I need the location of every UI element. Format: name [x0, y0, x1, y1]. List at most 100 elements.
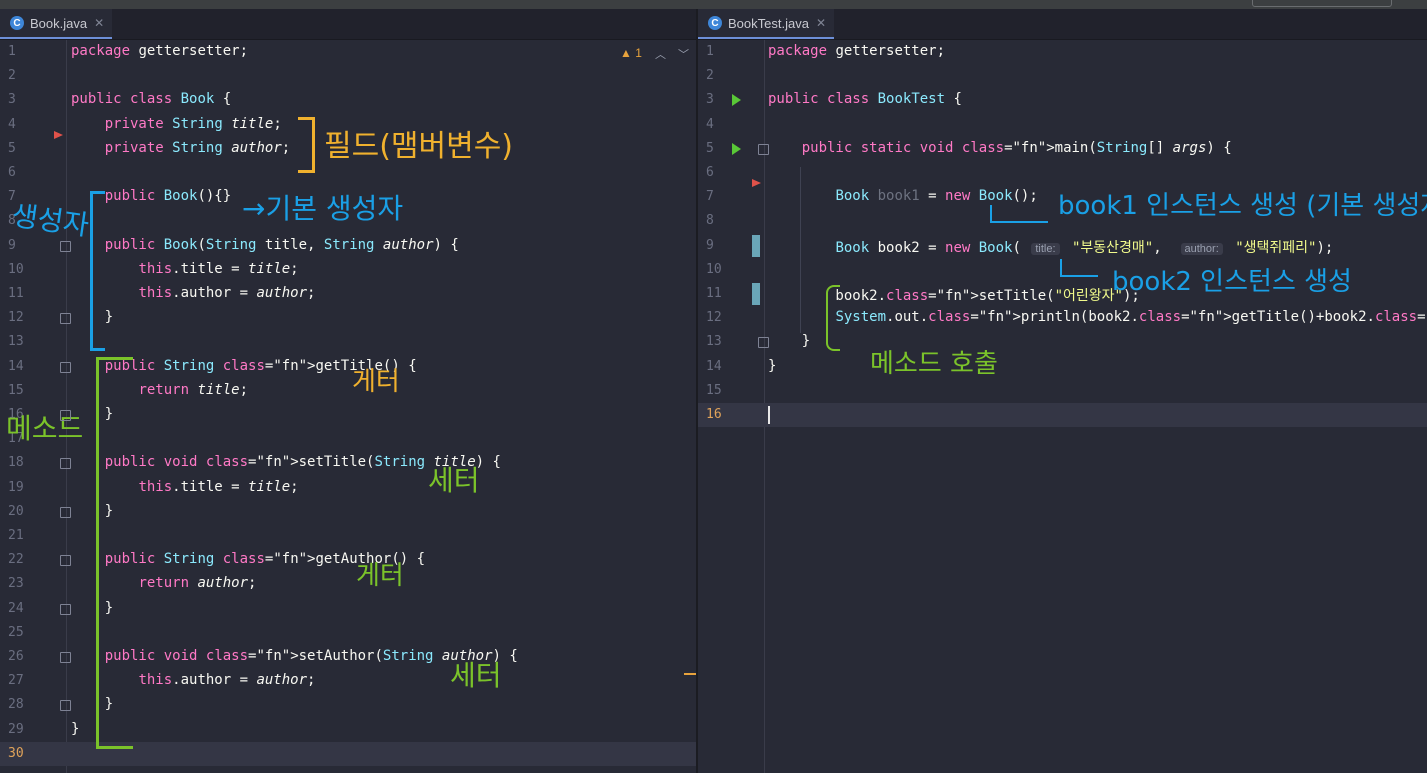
- param-hint: title:: [1031, 242, 1060, 255]
- annotation-getter-author: 게터: [356, 561, 404, 591]
- code-text: Book book2 = new Book( title: "부동산경매", a…: [835, 239, 1334, 256]
- line-number: 15: [8, 382, 24, 398]
- line-number: 6: [8, 165, 16, 180]
- line-number: 27: [8, 673, 24, 689]
- line-number: 9: [706, 237, 714, 253]
- annotation-setter-author: 세터: [450, 659, 502, 692]
- line-number: 10: [706, 261, 722, 277]
- line-number: 23: [8, 576, 24, 592]
- code-line[interactable]: 2: [0, 64, 696, 88]
- editor-pane-booktest: C BookTest.java ✕ 1 package gettersetter;…: [698, 9, 1427, 773]
- annotation-methods: 메소드: [6, 412, 84, 445]
- code-line[interactable]: 15: [698, 379, 1427, 403]
- line-number: 14: [8, 358, 24, 374]
- code-text: Book book1 = new Book();: [835, 188, 1038, 205]
- code-line[interactable]: 5 public static void class="fn">main(Str…: [698, 137, 1427, 161]
- line-number: 16: [706, 407, 722, 422]
- fold-icon[interactable]: [758, 143, 769, 155]
- fold-icon[interactable]: [60, 410, 71, 421]
- editor-pane-book: C Book.java ✕ 1 package gettersetter; 2 3 pu…: [0, 9, 696, 773]
- text-cursor: [768, 406, 770, 424]
- line-number: 21: [8, 528, 24, 543]
- tab-label: Book.java: [30, 15, 88, 31]
- fold-icon[interactable]: [60, 361, 71, 373]
- code-text: this.title = title;: [138, 260, 299, 277]
- line-number: 7: [706, 189, 714, 205]
- line-number: 24: [8, 600, 24, 616]
- run-icon[interactable]: [732, 94, 741, 107]
- indent-guide: [800, 167, 801, 333]
- code-text: package gettersetter;: [768, 43, 946, 59]
- line-number: 15: [706, 382, 722, 398]
- annotation-fields: 필드(맴버변수): [324, 129, 514, 164]
- fold-icon[interactable]: [60, 652, 71, 663]
- line-number: 29: [8, 721, 24, 737]
- class-run-icon: C: [708, 16, 722, 30]
- code-line[interactable]: 13 }: [698, 330, 1427, 354]
- code-line[interactable]: 12 System.out.class="fn">println(book2.c…: [698, 306, 1427, 330]
- line-number: 1: [706, 44, 714, 59]
- fold-icon[interactable]: [60, 313, 71, 325]
- book2-arrow: [1060, 259, 1098, 277]
- fold-icon[interactable]: [60, 506, 71, 518]
- close-icon[interactable]: ✕: [816, 16, 826, 30]
- warning-indicator[interactable]: ▲ 1: [620, 46, 642, 60]
- line-number: 2: [8, 68, 16, 84]
- fold-icon[interactable]: [60, 240, 71, 252]
- run-icon[interactable]: [732, 142, 741, 155]
- code-line[interactable]: 3 public class Book {: [0, 88, 696, 112]
- tab-book-java[interactable]: C Book.java ✕: [0, 9, 113, 39]
- line-number: 26: [8, 649, 24, 664]
- line-number: 10: [8, 261, 24, 277]
- code-line[interactable]: 16: [698, 403, 1427, 427]
- warning-count: 1: [635, 46, 642, 60]
- line-number: 4: [8, 116, 16, 132]
- chevron-up-icon[interactable]: ︿: [655, 46, 666, 62]
- fold-icon[interactable]: [60, 603, 71, 615]
- line-number: 14: [706, 358, 722, 374]
- error-stripe-mark: [684, 673, 696, 675]
- line-number: 12: [706, 310, 722, 326]
- annotation-book1: book1 인스턴스 생성 (기본 생성자): [1058, 191, 1427, 221]
- fold-icon[interactable]: [758, 337, 769, 349]
- line-number: 25: [8, 624, 24, 640]
- code-text: public class BookTest {: [768, 91, 962, 108]
- line-number: 18: [8, 455, 24, 471]
- fold-icon[interactable]: [60, 555, 71, 567]
- search-box[interactable]: [1252, 0, 1392, 7]
- line-number: 12: [8, 310, 24, 326]
- line-number: 30: [8, 745, 24, 761]
- line-number: 22: [8, 552, 24, 568]
- tab-label: BookTest.java: [728, 15, 809, 31]
- code-line[interactable]: 3 public class BookTest {: [698, 88, 1427, 112]
- line-number: 4: [706, 116, 714, 132]
- code-text: public Book(String title, String author)…: [104, 236, 459, 253]
- fold-icon[interactable]: [60, 700, 71, 712]
- code-line[interactable]: 4: [698, 113, 1427, 137]
- constructor-bracket: [90, 191, 105, 351]
- line-number: 8: [706, 213, 714, 229]
- code-line[interactable]: 2: [698, 64, 1427, 88]
- line-number: 1: [8, 44, 16, 59]
- code-text: book2.class="fn">setTitle("어린왕자");: [768, 288, 1140, 304]
- code-line[interactable]: 1 package gettersetter;: [698, 40, 1427, 64]
- title-strip: [0, 0, 1427, 9]
- tab-booktest-java[interactable]: C BookTest.java ✕: [698, 9, 834, 39]
- bookmark-icon: [54, 130, 63, 139]
- close-icon[interactable]: ✕: [94, 16, 104, 30]
- annotation-setter-title: 세터: [428, 464, 480, 497]
- line-number: 11: [706, 286, 722, 301]
- chevron-down-icon[interactable]: ﹀: [678, 46, 689, 62]
- methods-bracket: [96, 357, 133, 749]
- code-line[interactable]: 14}: [698, 355, 1427, 379]
- fold-icon[interactable]: [60, 458, 71, 470]
- code-line[interactable]: 1 package gettersetter;: [0, 40, 696, 64]
- code-text: }: [768, 333, 811, 350]
- code-text: }: [768, 357, 777, 374]
- change-marker: [752, 234, 760, 257]
- code-text: this.author = author;: [138, 285, 316, 301]
- code-line[interactable]: 6: [698, 161, 1427, 185]
- line-number: 28: [8, 697, 24, 713]
- code-line[interactable]: 9 Book book2 = new Book( title: "부동산경매",…: [698, 234, 1427, 258]
- param-hint: author:: [1180, 242, 1223, 255]
